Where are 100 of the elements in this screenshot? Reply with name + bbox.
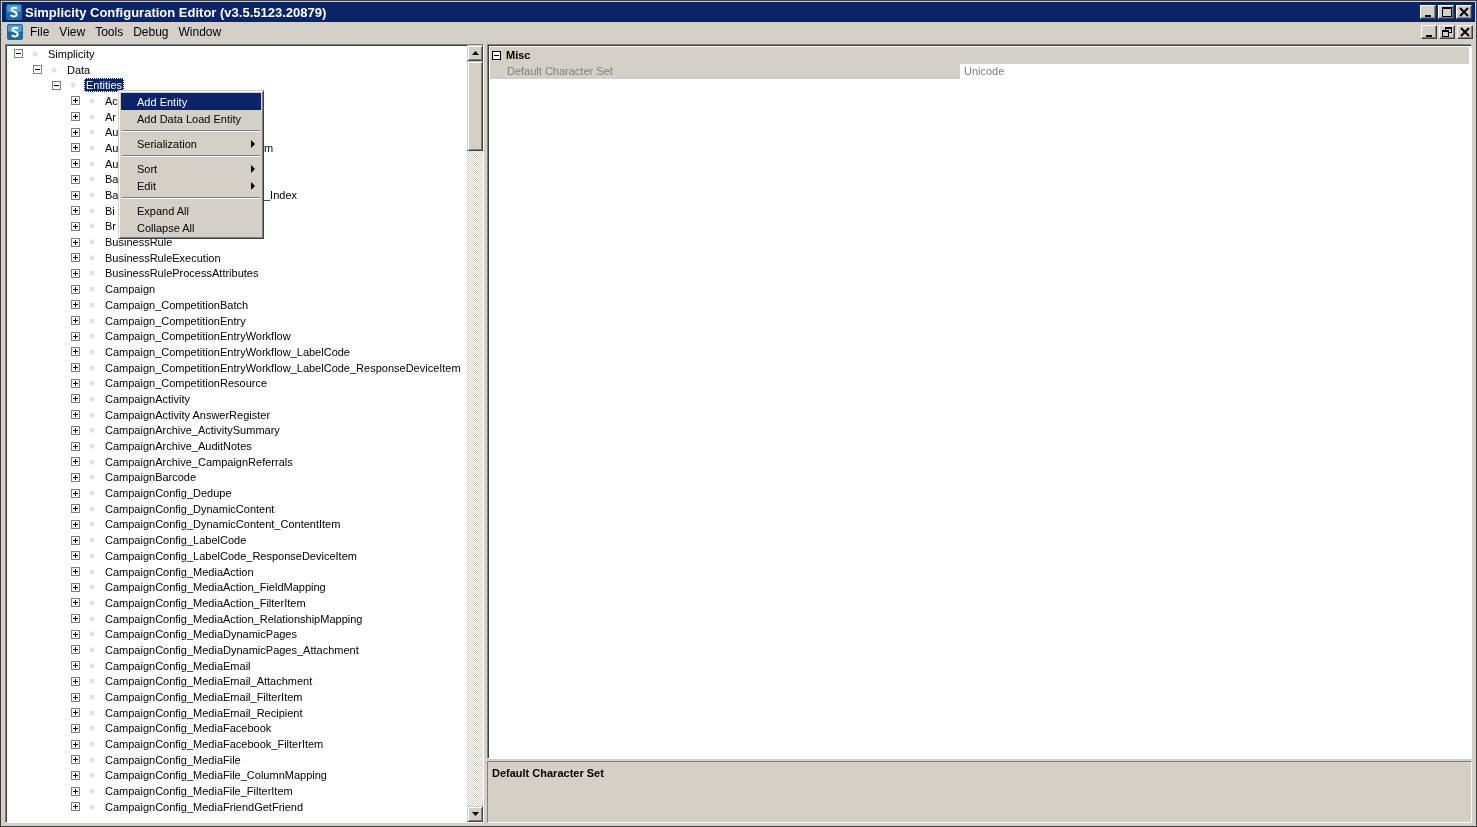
menu-item[interactable]: Serialization (121, 135, 261, 152)
menu-item[interactable]: Window (173, 25, 227, 39)
scroll-up-button[interactable] (467, 45, 483, 61)
maximize-button[interactable] (1438, 5, 1454, 19)
expand-icon[interactable] (71, 127, 80, 137)
tree-item[interactable]: Campaign_CompetitionEntryWorkflow_LabelCode_ResponseDeviceItem (103, 360, 463, 375)
expand-icon[interactable] (71, 253, 80, 263)
menu-item[interactable]: Debug (128, 25, 174, 39)
collapse-icon[interactable] (33, 65, 42, 75)
tree-item[interactable]: CampaignActivity (103, 391, 192, 406)
expand-icon[interactable] (71, 159, 80, 169)
tree-item[interactable]: CampaignConfig_MediaDynamicPages_Attachment (103, 642, 361, 657)
expand-icon[interactable] (71, 551, 80, 561)
menu-item[interactable]: Expand All (121, 202, 261, 219)
expand-icon[interactable] (71, 723, 80, 733)
scroll-thumb[interactable] (467, 61, 483, 151)
tree-item[interactable]: CampaignConfig_LabelCode_ResponseDeviceItem (103, 548, 359, 563)
expand-icon[interactable] (71, 441, 80, 451)
collapse-icon[interactable] (52, 80, 61, 90)
collapse-icon[interactable] (492, 50, 501, 60)
tree-item[interactable]: CampaignConfig_MediaAction_RelationshipMapping (103, 611, 365, 626)
expand-icon[interactable] (71, 363, 80, 373)
tree-item[interactable]: CampaignArchive_ActivitySummary (103, 423, 282, 438)
expand-icon[interactable] (71, 786, 80, 796)
tree-item[interactable]: CampaignConfig_MediaFriendGetFriend (103, 799, 306, 814)
expand-icon[interactable] (71, 582, 80, 592)
expand-icon[interactable] (71, 300, 80, 310)
tree-item[interactable]: CampaignConfig_MediaEmail (103, 658, 253, 673)
tree-item[interactable]: CampaignConfig_MediaFacebook (103, 721, 274, 736)
tree-item[interactable]: CampaignConfig_MediaEmail_Recipient (103, 705, 305, 720)
tree-item[interactable]: BusinessRuleExecution (103, 250, 223, 265)
expand-icon[interactable] (71, 598, 80, 608)
menu-item[interactable]: File (25, 25, 55, 39)
expand-icon[interactable] (71, 174, 80, 184)
expand-icon[interactable] (71, 770, 80, 780)
expand-icon[interactable] (71, 802, 80, 812)
close-button[interactable] (1457, 25, 1473, 39)
tree-item[interactable]: CampaignConfig_Dedupe (103, 486, 234, 501)
tree-item[interactable]: Ar (103, 109, 118, 124)
expand-icon[interactable] (71, 504, 80, 514)
tree-item[interactable]: CampaignConfig_MediaFacebook_FilterItem (103, 737, 326, 752)
menu-item[interactable]: Sort (121, 160, 261, 177)
expand-icon[interactable] (71, 237, 80, 247)
close-button[interactable] (1456, 5, 1472, 19)
scrollbar[interactable] (467, 45, 483, 822)
expand-icon[interactable] (71, 755, 80, 765)
tree-item[interactable]: Entities (84, 78, 125, 93)
tree-item[interactable]: Simplicity (46, 46, 97, 61)
expand-icon[interactable] (71, 221, 80, 231)
expand-icon[interactable] (71, 739, 80, 749)
tree-item[interactable]: Campaign (103, 282, 158, 297)
tree-item[interactable]: Ac (103, 93, 120, 108)
tree-item[interactable]: CampaignConfig_MediaAction (103, 564, 256, 579)
tree-item[interactable]: Ba (103, 172, 121, 187)
tree-item[interactable]: CampaignConfig_MediaAction_FieldMapping (103, 580, 328, 595)
menu-item[interactable]: Add Entity (121, 93, 261, 110)
tree-item[interactable]: CampaignConfig_MediaAction_FilterItem (103, 595, 308, 610)
tree-item[interactable]: Au (103, 140, 121, 155)
tree-item[interactable]: _Index (264, 189, 298, 202)
tree-item[interactable]: m (264, 141, 274, 154)
tree-item[interactable]: Campaign_CompetitionEntryWorkflow_LabelCode (103, 344, 352, 359)
tree-item[interactable]: CampaignConfig_MediaDynamicPages (103, 627, 299, 642)
expand-icon[interactable] (71, 143, 80, 153)
expand-icon[interactable] (71, 206, 80, 216)
expand-icon[interactable] (71, 112, 80, 122)
expand-icon[interactable] (71, 410, 80, 420)
expand-icon[interactable] (71, 645, 80, 655)
menu-item[interactable]: Edit (121, 177, 261, 194)
tree-item[interactable]: Campaign_CompetitionBatch (103, 297, 251, 312)
tree-item[interactable]: BusinessRule (103, 235, 175, 250)
expand-icon[interactable] (71, 190, 80, 200)
expand-icon[interactable] (71, 284, 80, 294)
expand-icon[interactable] (71, 692, 80, 702)
tree-item[interactable]: CampaignConfig_DynamicContent (103, 501, 277, 516)
tree-item[interactable]: Ba (103, 188, 121, 203)
expand-icon[interactable] (71, 425, 80, 435)
tree-item[interactable]: Au (103, 125, 121, 140)
tree-item[interactable]: CampaignConfig_DynamicContent_ContentItem (103, 517, 343, 532)
menu-item[interactable]: View (54, 25, 91, 39)
expand-icon[interactable] (71, 316, 80, 326)
tree-item[interactable]: Campaign_CompetitionEntryWorkflow (103, 329, 293, 344)
expand-icon[interactable] (71, 535, 80, 545)
tree-item[interactable]: Bi (103, 203, 117, 218)
expand-icon[interactable] (71, 347, 80, 357)
tree-item[interactable]: CampaignBarcode (103, 470, 199, 485)
menu-item[interactable]: Collapse All (121, 219, 261, 236)
tree-item[interactable]: Campaign_CompetitionResource (103, 376, 270, 391)
tree-item[interactable]: CampaignConfig_MediaEmail_Attachment (103, 674, 315, 689)
tree-item[interactable]: Data (65, 62, 93, 77)
scroll-down-button[interactable] (467, 806, 483, 822)
expand-icon[interactable] (71, 96, 80, 106)
tree-item[interactable]: CampaignArchive_CampaignReferrals (103, 454, 295, 469)
expand-icon[interactable] (71, 472, 80, 482)
tree-item[interactable]: CampaignConfig_MediaFile (103, 752, 243, 767)
tree-item[interactable]: CampaignConfig_MediaFile_ColumnMapping (103, 768, 329, 783)
collapse-icon[interactable] (14, 49, 23, 59)
restore-button[interactable] (1439, 25, 1455, 39)
expand-icon[interactable] (71, 614, 80, 624)
tree-item[interactable]: Campaign_CompetitionEntry (103, 313, 248, 328)
tree-item[interactable]: CampaignConfig_LabelCode (103, 533, 249, 548)
